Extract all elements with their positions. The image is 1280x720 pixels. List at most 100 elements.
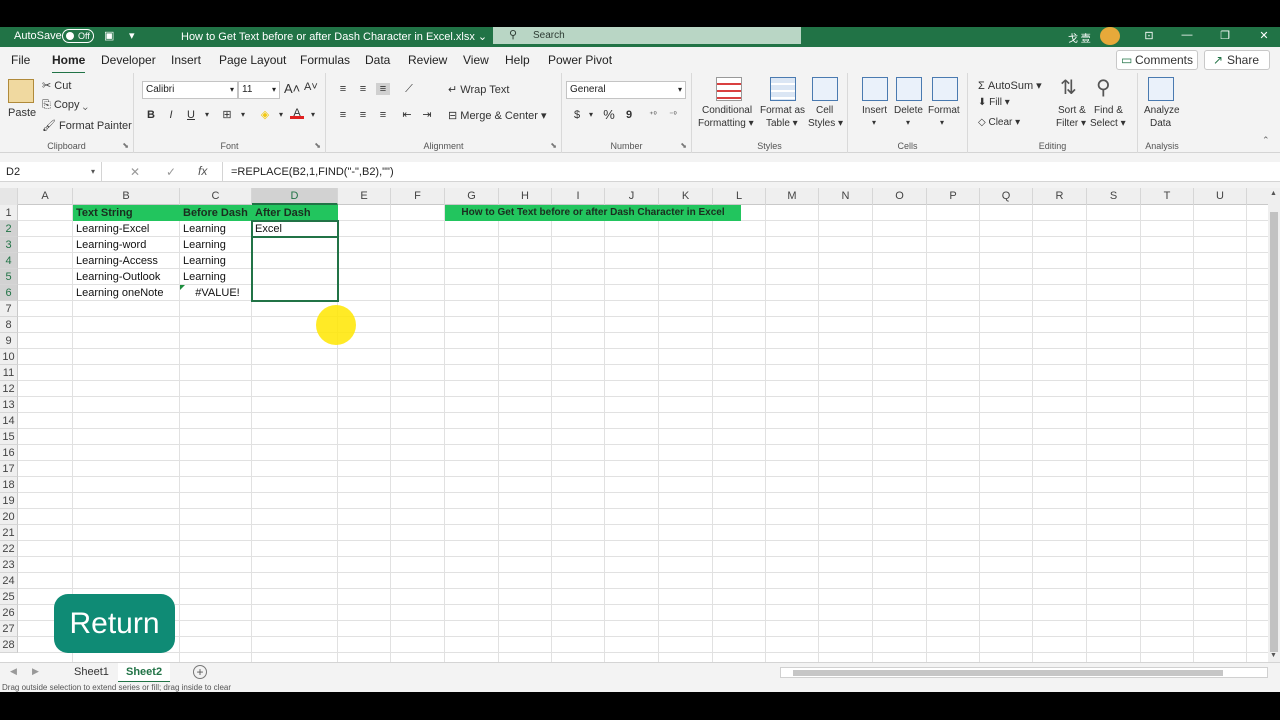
increase-font-icon[interactable]: A˄ <box>284 81 300 96</box>
font-color-icon[interactable]: A <box>290 107 304 119</box>
cell-C4[interactable]: Learning <box>180 253 252 269</box>
format-painter-button[interactable]: 🖌 Format Painter <box>42 119 132 132</box>
cell-B6[interactable]: Learning oneNote <box>73 285 180 301</box>
decrease-decimal-icon[interactable]: ⁻⁰ <box>666 109 680 121</box>
row-header-21[interactable]: 21 <box>0 525 18 541</box>
cell-C3[interactable]: Learning <box>180 237 252 253</box>
format-cells-icon[interactable] <box>932 77 958 101</box>
horizontal-scroll-thumb[interactable] <box>793 670 1223 676</box>
name-box[interactable]: D2 ▾ <box>0 162 102 182</box>
sheet-tab-sheet1[interactable]: Sheet1 <box>66 663 117 683</box>
cell-B4[interactable]: Learning-Access <box>73 253 180 269</box>
return-button[interactable]: Return <box>54 594 175 653</box>
merge-center-button[interactable]: ⊟ Merge & Center ▾ <box>448 109 547 122</box>
column-header-S[interactable]: S <box>1087 188 1141 205</box>
row-header-3[interactable]: 3 <box>0 237 18 253</box>
column-header-O[interactable]: O <box>873 188 927 205</box>
insert-cells-icon[interactable] <box>862 77 888 101</box>
fill-color-icon[interactable]: ◈ <box>258 109 272 121</box>
document-title[interactable]: How to Get Text before or after Dash Cha… <box>181 30 487 43</box>
format-as-table-button[interactable]: Format as <box>760 105 805 116</box>
autosum-button[interactable]: Σ AutoSum ▾ <box>978 79 1042 92</box>
row-header-12[interactable]: 12 <box>0 381 18 397</box>
underline-button[interactable]: U <box>184 109 198 121</box>
row-header-10[interactable]: 10 <box>0 349 18 365</box>
tab-data[interactable]: Data <box>365 53 390 67</box>
percent-button[interactable]: % <box>602 108 616 121</box>
minimize-icon[interactable]: — <box>1177 29 1197 41</box>
cell-B3[interactable]: Learning-word <box>73 237 180 253</box>
close-icon[interactable]: ✕ <box>1254 29 1274 42</box>
cell-C5[interactable]: Learning <box>180 269 252 285</box>
tab-file[interactable]: File <box>11 53 30 67</box>
row-header-7[interactable]: 7 <box>0 301 18 317</box>
tab-developer[interactable]: Developer <box>101 53 156 67</box>
clear-button[interactable]: ◇ Clear ▾ <box>978 117 1020 128</box>
format-dropdown-icon[interactable]: ▾ <box>940 118 944 127</box>
error-indicator-icon[interactable] <box>180 285 185 290</box>
row-header-18[interactable]: 18 <box>0 477 18 493</box>
align-top-icon[interactable]: ≡ <box>336 83 350 95</box>
column-header-U[interactable]: U <box>1194 188 1247 205</box>
alignment-launcher-icon[interactable]: ⬊ <box>550 141 557 150</box>
cell-styles-button[interactable]: Cell <box>816 105 833 116</box>
align-center-icon[interactable]: ≡ <box>356 109 370 121</box>
column-header-K[interactable]: K <box>659 188 713 205</box>
sheet-next-icon[interactable]: ▶ <box>32 666 39 677</box>
cancel-icon[interactable]: ✕ <box>130 165 140 179</box>
font-color-dropdown-icon[interactable]: ▾ <box>306 109 320 121</box>
row-header-20[interactable]: 20 <box>0 509 18 525</box>
font-launcher-icon[interactable]: ⬊ <box>314 141 321 150</box>
format-as-table-label2[interactable]: Table ▾ <box>766 118 798 129</box>
font-family-select[interactable]: Calibri ▾ <box>142 81 238 99</box>
horizontal-scrollbar[interactable] <box>780 667 1268 678</box>
italic-button[interactable]: I <box>164 109 178 121</box>
ribbon-display-icon[interactable]: ⊡ <box>1139 29 1159 42</box>
tab-view[interactable]: View <box>463 53 489 67</box>
column-header-J[interactable]: J <box>605 188 659 205</box>
format-button[interactable]: Format <box>928 105 960 116</box>
select-all-corner[interactable] <box>0 188 18 205</box>
autosave-toggle[interactable]: Off <box>62 29 94 43</box>
vertical-scroll-thumb[interactable] <box>1270 212 1278 652</box>
scroll-down-icon[interactable]: ▼ <box>1270 652 1277 659</box>
row-header-6[interactable]: 6 <box>0 285 18 301</box>
column-header-T[interactable]: T <box>1141 188 1194 205</box>
enter-icon[interactable]: ✓ <box>166 165 176 179</box>
underline-dropdown-icon[interactable]: ▾ <box>200 109 214 121</box>
comma-button[interactable]: 9 <box>622 109 636 121</box>
row-header-9[interactable]: 9 <box>0 333 18 349</box>
cell-D1[interactable]: After Dash <box>252 205 338 221</box>
save-icon[interactable]: ▣ <box>104 29 114 42</box>
analyze-data-label2[interactable]: Data <box>1150 118 1171 129</box>
insert-dropdown-icon[interactable]: ▾ <box>872 118 876 127</box>
column-header-L[interactable]: L <box>713 188 766 205</box>
scroll-up-icon[interactable]: ▲ <box>1270 190 1277 197</box>
row-header-25[interactable]: 25 <box>0 589 18 605</box>
tab-home[interactable]: Home <box>52 53 86 75</box>
cell-styles-label2[interactable]: Styles ▾ <box>808 118 843 129</box>
delete-button[interactable]: Delete <box>894 105 923 116</box>
row-header-22[interactable]: 22 <box>0 541 18 557</box>
cell-B5[interactable]: Learning-Outlook <box>73 269 180 285</box>
dialog-launcher-icon[interactable]: ⬊ <box>122 141 129 150</box>
column-header-P[interactable]: P <box>927 188 980 205</box>
borders-icon[interactable]: ⊞ <box>220 109 234 121</box>
align-left-icon[interactable]: ≡ <box>336 109 350 121</box>
row-header-15[interactable]: 15 <box>0 429 18 445</box>
paste-button[interactable]: Paste <box>8 107 36 119</box>
paste-icon[interactable] <box>8 79 34 103</box>
column-header-B[interactable]: B <box>73 188 180 205</box>
align-right-icon[interactable]: ≡ <box>376 109 390 121</box>
banner-title[interactable]: How to Get Text before or after Dash Cha… <box>445 205 741 221</box>
tab-help[interactable]: Help <box>505 53 530 67</box>
column-header-E[interactable]: E <box>338 188 391 205</box>
conditional-formatting-button[interactable]: Conditional <box>702 105 752 116</box>
fill-button[interactable]: ⬇ Fill ▾ <box>978 97 1010 108</box>
column-header-G[interactable]: G <box>445 188 499 205</box>
row-header-27[interactable]: 27 <box>0 621 18 637</box>
bold-button[interactable]: B <box>144 109 158 121</box>
delete-dropdown-icon[interactable]: ▾ <box>906 118 910 127</box>
row-header-11[interactable]: 11 <box>0 365 18 381</box>
formula-input[interactable]: =REPLACE(B2,1,FIND("-",B2),"") <box>222 162 1268 182</box>
